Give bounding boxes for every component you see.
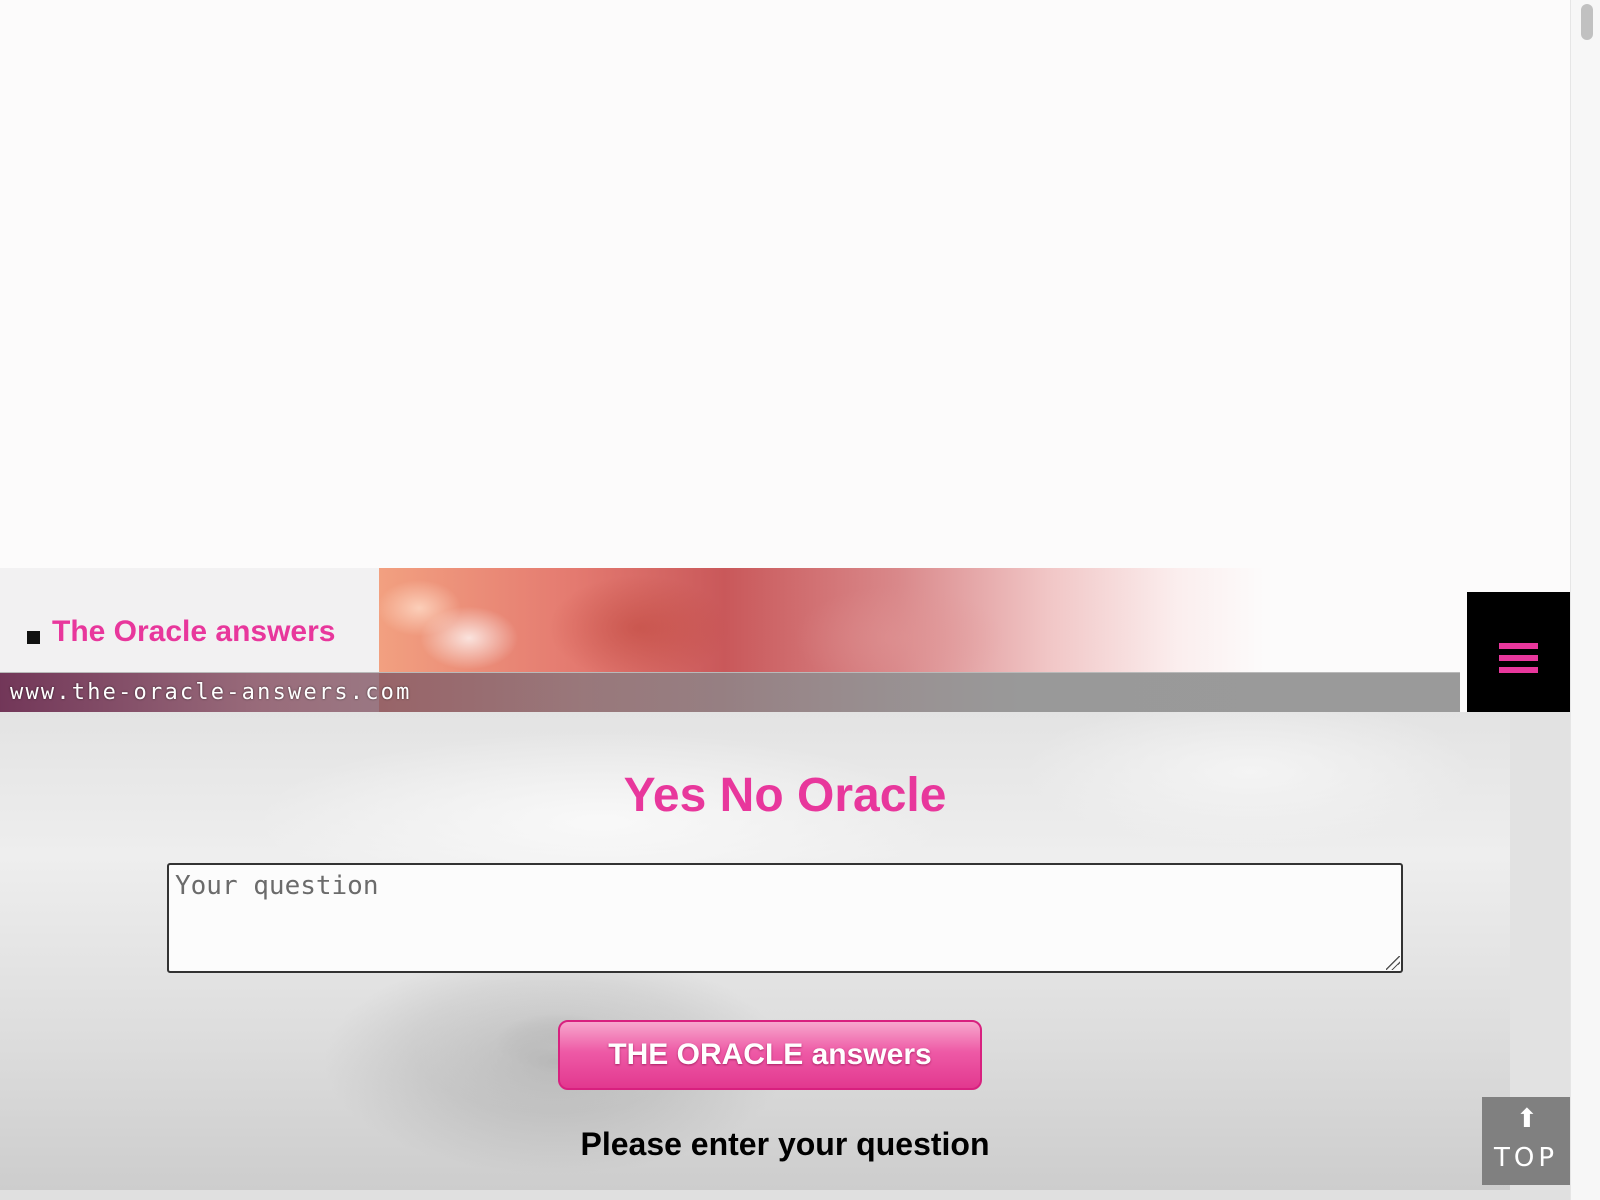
oracle-panel: Yes No Oracle THE ORACLE answers Please … bbox=[0, 712, 1510, 1190]
url-bar: www.the-oracle-answers.com bbox=[0, 672, 1460, 713]
scroll-thumb[interactable] bbox=[1581, 4, 1593, 40]
back-to-top-button[interactable]: ⬆ TOP bbox=[1482, 1097, 1570, 1185]
footer-strip bbox=[0, 1190, 1570, 1200]
site-header: www.the-oracle-answers.com The Oracle an… bbox=[0, 568, 1570, 713]
hamburger-line bbox=[1499, 655, 1538, 661]
resize-grip-icon[interactable] bbox=[1386, 956, 1400, 970]
hamburger-line bbox=[1499, 667, 1538, 673]
page-scrollbar[interactable] bbox=[1570, 0, 1600, 1200]
site-title-link[interactable]: The Oracle answers bbox=[52, 615, 335, 649]
square-bullet-icon bbox=[27, 631, 40, 644]
ad-space bbox=[0, 0, 1570, 568]
page-title: Yes No Oracle bbox=[623, 769, 947, 822]
menu-button[interactable] bbox=[1467, 592, 1570, 712]
up-arrow-icon: ⬆ bbox=[1516, 1103, 1538, 1133]
question-input[interactable] bbox=[167, 863, 1403, 973]
status-message: Please enter your question bbox=[580, 1126, 990, 1162]
top-label: TOP bbox=[1493, 1143, 1559, 1173]
site-url: www.the-oracle-answers.com bbox=[10, 680, 412, 705]
oracle-answers-button[interactable]: THE ORACLE answers bbox=[558, 1020, 982, 1090]
hamburger-menu-icon bbox=[1499, 643, 1538, 649]
